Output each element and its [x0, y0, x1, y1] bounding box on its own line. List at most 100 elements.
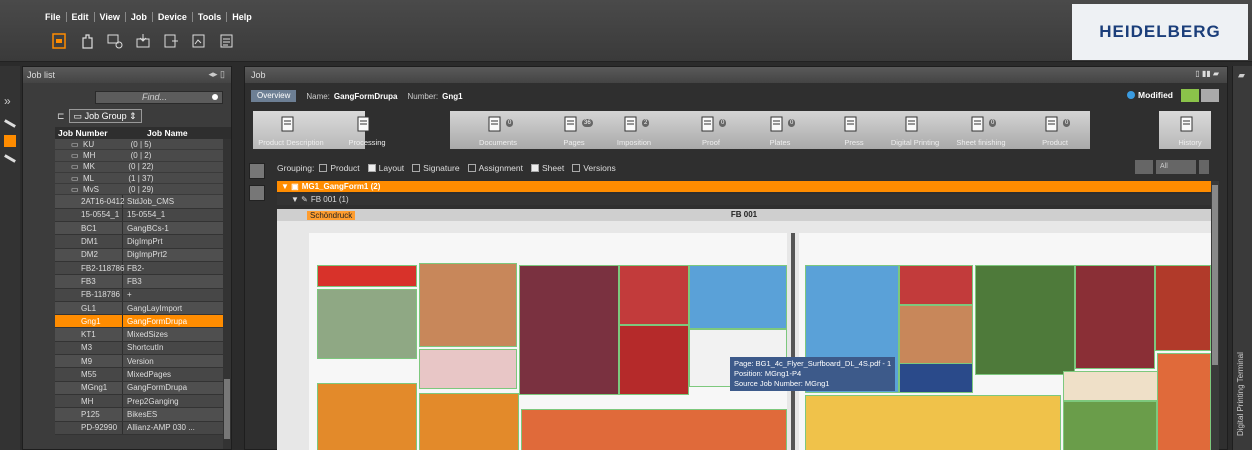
job-group-row[interactable]: ▭ KU (0 | 5) [55, 139, 231, 151]
page-thumbnail[interactable] [619, 265, 689, 325]
checkbox-icon[interactable] [367, 164, 376, 172]
discard-button[interactable] [1201, 89, 1219, 102]
job-row[interactable]: M55 MixedPages [55, 368, 231, 382]
workflow-step-processing[interactable]: Processing [337, 111, 397, 149]
sheet-right-half[interactable] [799, 233, 1211, 450]
job-row[interactable]: MH Prep2Ganging [55, 394, 231, 409]
front-side-badge[interactable]: Schöndruck [307, 211, 356, 220]
sheet-scrollbar[interactable] [1211, 181, 1219, 450]
expand-icon[interactable]: » [4, 94, 16, 108]
page-thumbnail[interactable] [1063, 371, 1161, 401]
page-thumbnail[interactable] [805, 395, 1061, 450]
page-thumbnail[interactable] [1155, 265, 1211, 351]
page-thumbnail[interactable] [419, 349, 517, 389]
page-thumbnail[interactable] [1063, 401, 1157, 450]
checkbox-icon[interactable] [530, 164, 539, 172]
device-settings-icon[interactable] [106, 32, 124, 50]
workflow-step-proof[interactable]: 0 Proof [681, 111, 741, 149]
job-search-input[interactable]: Find... [95, 91, 223, 104]
report-icon[interactable] [218, 32, 236, 50]
job-row[interactable]: DM2 DigImpPrt2 [55, 248, 231, 262]
hand-icon[interactable] [78, 32, 96, 50]
workflow-step-pages[interactable]: 36 Pages [544, 111, 604, 149]
page-thumbnail[interactable] [419, 393, 519, 450]
workflow-step-documents[interactable]: 0 Documents [468, 111, 528, 149]
col-job-name[interactable]: Job Name [145, 128, 223, 138]
page-thumbnail[interactable] [317, 289, 417, 359]
job-row[interactable]: BC1 GangBCs-1 [55, 222, 231, 236]
job-row[interactable]: M9 Version [55, 355, 231, 369]
search-clear-icon[interactable] [212, 94, 218, 100]
job-row[interactable]: M3 ShortcutIn [55, 341, 231, 356]
page-thumbnail[interactable] [899, 363, 973, 393]
filter-button[interactable] [1135, 160, 1153, 174]
filter-all-select[interactable]: All [1156, 160, 1196, 174]
pencil-icon[interactable] [4, 119, 16, 128]
job-row[interactable]: P125 BikesES [55, 408, 231, 422]
page-thumbnail[interactable] [975, 265, 1075, 375]
menu-help[interactable]: Help [227, 12, 257, 22]
checkbox-icon[interactable] [319, 164, 328, 172]
menu-file[interactable]: File [40, 12, 66, 22]
workflow-step-press[interactable]: Press [824, 111, 884, 149]
grouping-option[interactable]: Layout [367, 163, 404, 173]
sheet-left-half[interactable] [309, 233, 787, 450]
page-thumbnail[interactable] [521, 409, 787, 450]
job-row[interactable]: 2AT16-0412 StdJob_CMS [55, 195, 231, 209]
job-row[interactable]: MGng1 GangFormDrupa [55, 381, 231, 395]
job-list-scrollbar[interactable] [223, 139, 231, 449]
page-thumbnail[interactable] [1075, 265, 1155, 369]
tree-sheet-row[interactable]: ▼ ✎ FB 001 (1) [277, 194, 1217, 205]
job-group-select[interactable]: ▭ Job Group ⇕ [68, 109, 142, 123]
scroll-thumb[interactable] [224, 379, 230, 439]
grouping-option[interactable]: Product [319, 163, 360, 173]
menu-device[interactable]: Device [153, 12, 192, 22]
col-job-number[interactable]: Job Number [55, 128, 145, 138]
checkbox-icon[interactable] [572, 164, 581, 172]
job-row[interactable]: FB2-118786 FB2- [55, 261, 231, 276]
import-icon[interactable] [134, 32, 152, 50]
overview-button[interactable]: Overview [251, 90, 297, 102]
digital-printing-terminal-tab[interactable]: Digital Printing Terminal [1236, 352, 1245, 436]
tree-group-row[interactable]: ▼ ▣ MG1_GangForm1 (2) [277, 181, 1217, 192]
grouping-option[interactable]: Assignment [467, 163, 523, 173]
save-button[interactable] [1181, 89, 1199, 102]
panel-controls-icon[interactable]: ▯ ▮▮ ▰ [1195, 69, 1219, 78]
job-row[interactable]: PD-92990 Allianz-AMP 030 ... [55, 421, 231, 435]
workflow-step-product-description[interactable]: Product Description [254, 111, 328, 149]
grouping-option[interactable]: Signature [412, 163, 460, 173]
page-thumbnail[interactable] [419, 263, 517, 347]
new-job-icon[interactable] [50, 32, 68, 50]
workflow-step-plates[interactable]: 0 Plates [750, 111, 810, 149]
workflow-step-history[interactable]: History [1170, 111, 1210, 149]
job-row[interactable]: Gng1 GangFormDrupa [55, 315, 231, 329]
checkbox-icon[interactable] [412, 164, 421, 172]
collapse-panel-icon[interactable]: ◂▸ ▯ [209, 69, 226, 80]
menu-tools[interactable]: Tools [193, 12, 226, 22]
job-group-row[interactable]: ▭ MK (0 | 22) [55, 161, 231, 173]
workflow-step-digital-printing[interactable]: Digital Printing [885, 111, 945, 149]
job-row[interactable]: DM1 DigImpPrt [55, 235, 231, 249]
page-thumbnail[interactable] [689, 265, 787, 329]
page-thumbnail[interactable] [619, 325, 689, 395]
layout-view-icon[interactable] [249, 185, 265, 201]
export-icon[interactable] [162, 32, 180, 50]
job-group-row[interactable]: ▭ MH (0 | 2) [55, 150, 231, 162]
scroll-thumb[interactable] [1212, 185, 1218, 365]
job-group-row[interactable]: ▭ ML (1 | 37) [55, 172, 231, 185]
page-thumbnail[interactable] [899, 265, 973, 305]
grouping-option[interactable]: Versions [572, 163, 616, 173]
page-thumbnail[interactable] [317, 265, 417, 287]
job-row[interactable]: GL1 GangLayImport [55, 301, 231, 316]
imposition-tool-icon[interactable] [4, 135, 16, 147]
menu-edit[interactable]: Edit [67, 12, 94, 22]
job-row[interactable]: FB-118786 + [55, 288, 231, 302]
job-group-row[interactable]: ▭ MvS (0 | 29) [55, 184, 231, 196]
preview-icon[interactable] [190, 32, 208, 50]
job-row[interactable]: KT1 MixedSizes [55, 328, 231, 342]
dock-icon[interactable]: ▰ [1238, 70, 1245, 81]
job-row[interactable]: 15-0554_1 15-0554_1 [55, 208, 231, 223]
job-row[interactable]: FB3 FB3 [55, 275, 231, 289]
filter-dropdown-icon[interactable] [1199, 160, 1209, 174]
page-thumbnail[interactable] [519, 265, 619, 395]
